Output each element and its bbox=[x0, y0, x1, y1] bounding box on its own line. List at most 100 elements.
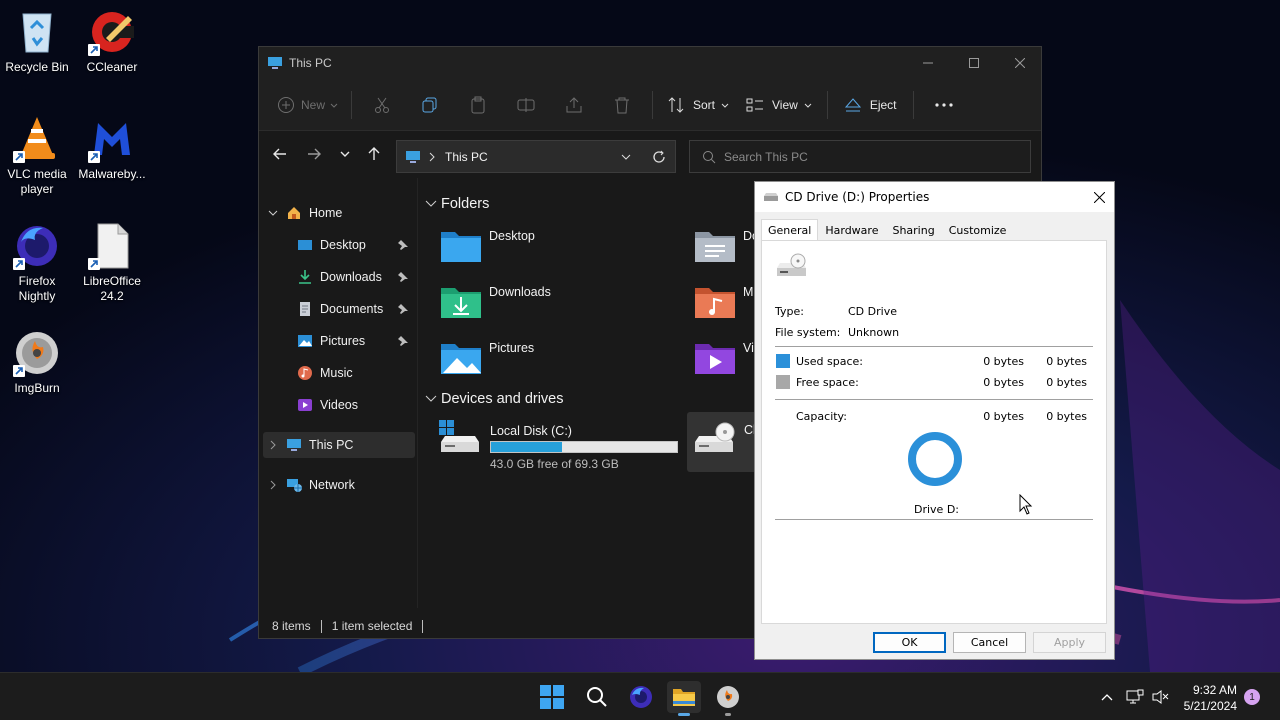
nav-label: Network bbox=[309, 478, 355, 492]
clock-time: 9:32 AM bbox=[1192, 683, 1237, 697]
nav-item-network[interactable]: Network bbox=[263, 472, 415, 498]
folder-desktop[interactable]: Desktop bbox=[439, 226, 535, 266]
desktop-icon-ccleaner[interactable]: CCleaner bbox=[74, 8, 150, 75]
downloads-folder-icon bbox=[441, 288, 481, 318]
chevron-down-icon[interactable] bbox=[620, 151, 632, 163]
title-bar[interactable]: This PC bbox=[259, 47, 1041, 79]
cd-drive-icon bbox=[777, 253, 806, 276]
devices-section-header[interactable]: Devices and drives bbox=[425, 391, 564, 407]
nav-item-pictures[interactable]: Pictures bbox=[263, 328, 415, 354]
share-button[interactable] bbox=[550, 87, 598, 123]
used-space-swatch bbox=[776, 354, 790, 368]
folder-music[interactable]: M bbox=[693, 282, 753, 322]
folder-label: Vi bbox=[743, 341, 754, 355]
folder-pictures[interactable]: Pictures bbox=[439, 338, 534, 378]
start-button[interactable] bbox=[535, 681, 569, 713]
eject-button[interactable]: Eject bbox=[834, 87, 907, 123]
nav-item-music[interactable]: Music bbox=[263, 360, 415, 386]
network-status-button[interactable] bbox=[1125, 687, 1145, 707]
show-hidden-icons-button[interactable] bbox=[1097, 687, 1117, 707]
minimize-icon bbox=[923, 62, 933, 64]
delete-button[interactable] bbox=[598, 87, 646, 123]
cd-drive-small-icon bbox=[764, 193, 778, 201]
status-divider bbox=[422, 619, 424, 633]
free-space-label: Free space: bbox=[796, 376, 859, 389]
folder-downloads[interactable]: Downloads bbox=[439, 282, 551, 322]
desktop-folder-icon bbox=[441, 232, 481, 262]
copy-button[interactable] bbox=[406, 87, 454, 123]
apply-button[interactable]: Apply bbox=[1033, 632, 1106, 653]
sort-label: Sort bbox=[693, 97, 716, 112]
cancel-button[interactable]: Cancel bbox=[953, 632, 1026, 653]
paste-button[interactable] bbox=[454, 87, 502, 123]
tab-hardware[interactable]: Hardware bbox=[818, 219, 885, 240]
desktop-icon-libreoffice[interactable]: LibreOffice 24.2 bbox=[74, 222, 150, 304]
desktop-icon-vlc[interactable]: VLC media player bbox=[0, 115, 75, 197]
taskbar-firefox-nightly[interactable] bbox=[624, 681, 658, 713]
close-window-button[interactable] bbox=[997, 47, 1043, 79]
nav-item-home[interactable]: Home bbox=[263, 200, 415, 226]
selection-count: 1 item selected bbox=[331, 619, 413, 633]
ok-button[interactable]: OK bbox=[873, 632, 946, 653]
notification-badge[interactable]: 1 bbox=[1244, 689, 1260, 705]
minimize-button[interactable] bbox=[905, 47, 951, 79]
cut-button[interactable] bbox=[358, 87, 406, 123]
chevron-down-icon bbox=[425, 395, 437, 402]
nav-item-videos[interactable]: Videos bbox=[263, 392, 415, 418]
arrow-left-icon bbox=[273, 148, 286, 160]
chevron-right-icon bbox=[270, 440, 276, 450]
dialog-close-button[interactable] bbox=[1090, 188, 1108, 206]
folders-section-header[interactable]: Folders bbox=[425, 196, 489, 212]
folder-videos[interactable]: Vi bbox=[693, 338, 754, 378]
new-button[interactable]: New bbox=[277, 87, 345, 123]
taskbar-clock[interactable]: 9:32 AM 5/21/2024 bbox=[1184, 682, 1237, 714]
drive-d[interactable]: Cl bbox=[687, 412, 757, 472]
forward-button[interactable] bbox=[303, 143, 325, 165]
sort-button[interactable]: Sort bbox=[659, 87, 738, 123]
dialog-title-bar[interactable]: CD Drive (D:) Properties bbox=[755, 182, 1114, 212]
free-space-bytes: 0 bytes bbox=[983, 376, 1024, 389]
shortcut-arrow-icon bbox=[13, 365, 25, 377]
nav-item-documents[interactable]: Documents bbox=[263, 296, 415, 322]
tab-customize[interactable]: Customize bbox=[942, 219, 1014, 240]
desktop-icon-firefox-nightly[interactable]: Firefox Nightly bbox=[0, 222, 75, 304]
recent-locations-button[interactable] bbox=[334, 143, 356, 165]
maximize-button[interactable] bbox=[951, 47, 997, 79]
close-icon bbox=[1093, 191, 1105, 203]
tab-general[interactable]: General bbox=[761, 219, 819, 241]
back-button[interactable] bbox=[269, 143, 291, 165]
search-box[interactable]: Search This PC bbox=[689, 140, 1031, 173]
volume-button[interactable] bbox=[1151, 687, 1171, 707]
folder-documents[interactable]: Do bbox=[693, 226, 759, 266]
see-more-button[interactable] bbox=[920, 87, 968, 123]
share-icon bbox=[566, 96, 582, 112]
taskbar-imgburn[interactable] bbox=[711, 681, 745, 716]
capacity-label: Capacity: bbox=[796, 410, 847, 423]
rename-icon bbox=[517, 97, 535, 112]
nav-item-this-pc[interactable]: This PC bbox=[263, 432, 415, 458]
properties-dialog: CD Drive (D:) Properties General Hardwar… bbox=[754, 181, 1115, 660]
chevron-down-icon bbox=[330, 103, 338, 108]
arrow-up-icon bbox=[368, 147, 380, 160]
desktop-icon-recycle-bin[interactable]: Recycle Bin bbox=[0, 8, 75, 75]
desktop-icon-malwarebytes[interactable]: Malwareby... bbox=[74, 115, 150, 182]
desktop-icon-imgburn[interactable]: ImgBurn bbox=[0, 329, 75, 396]
nav-item-desktop[interactable]: Desktop bbox=[263, 232, 415, 258]
rename-button[interactable] bbox=[502, 87, 550, 123]
address-bar[interactable]: This PC bbox=[396, 140, 676, 173]
scissors-icon bbox=[375, 97, 389, 113]
toolbar-divider bbox=[826, 90, 828, 119]
view-icon bbox=[746, 98, 764, 111]
this-pc-icon bbox=[406, 150, 420, 163]
chevron-right-icon bbox=[429, 152, 435, 161]
refresh-icon[interactable] bbox=[652, 150, 666, 164]
pane-divider[interactable] bbox=[417, 178, 418, 608]
nav-item-downloads[interactable]: Downloads bbox=[263, 264, 415, 290]
filesystem-value: Unknown bbox=[848, 326, 900, 339]
tab-sharing[interactable]: Sharing bbox=[885, 219, 941, 240]
view-button[interactable]: View bbox=[738, 87, 821, 123]
search-button[interactable] bbox=[580, 681, 614, 713]
up-button[interactable] bbox=[363, 143, 385, 165]
drive-c[interactable]: Local Disk (C:) 43.0 GB free of 69.3 GB bbox=[439, 418, 679, 471]
taskbar-file-explorer[interactable] bbox=[667, 681, 701, 716]
